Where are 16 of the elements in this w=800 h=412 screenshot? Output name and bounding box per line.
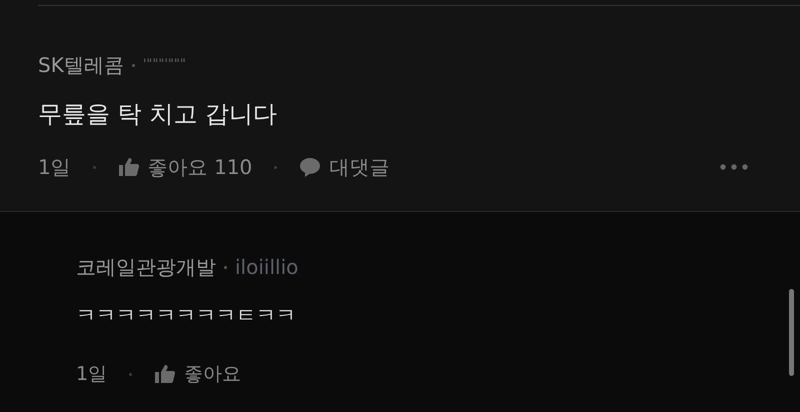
like-button[interactable]: 좋아요 110 bbox=[118, 152, 252, 182]
more-icon[interactable] bbox=[720, 164, 748, 170]
thumbs-up-icon bbox=[154, 364, 176, 384]
reply-button[interactable]: 대댓글 bbox=[299, 152, 390, 182]
user-handle: '"""'""" bbox=[142, 56, 186, 74]
author-name[interactable]: SK텔레콤 bbox=[38, 50, 124, 80]
author-name[interactable]: 코레일관광개발 bbox=[76, 252, 216, 282]
like-button[interactable]: 좋아요 bbox=[154, 360, 242, 388]
comment-text: ㅋㅋㅋㅋㅋㅋㅋㅋㅌㅋㅋ bbox=[76, 302, 297, 329]
speech-bubble-icon bbox=[299, 157, 322, 177]
thumbs-up-icon bbox=[118, 157, 140, 177]
timestamp: 1일 bbox=[76, 362, 108, 387]
comment-text: 무릎을 탁 치고 갑니다 bbox=[38, 99, 278, 130]
scrollbar-thumb[interactable] bbox=[789, 289, 794, 376]
timestamp: 1일 bbox=[38, 154, 71, 181]
user-handle: iloiillio bbox=[235, 254, 298, 281]
